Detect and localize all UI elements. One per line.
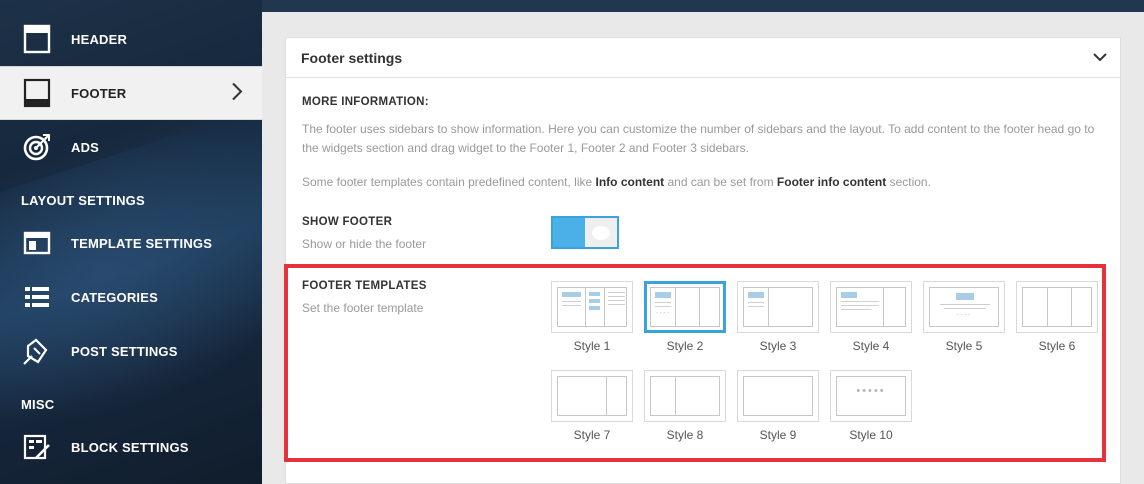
sidebar-item-template-settings[interactable]: TEMPLATE SETTINGS: [0, 216, 262, 270]
sidebar-item-categories[interactable]: CATEGORIES: [0, 270, 262, 324]
sidebar-item-label: TEMPLATE SETTINGS: [71, 235, 213, 251]
top-bar: [262, 0, 1144, 12]
sidebar-item-label: ADS: [71, 139, 100, 155]
chevron-right-icon: [230, 82, 244, 105]
block-edit-icon: [20, 430, 54, 464]
toggle-knob: [585, 218, 617, 247]
header-layout-icon: [20, 22, 54, 56]
text-fragment: Some footer templates contain predefined…: [302, 175, 596, 189]
sidebar-item-label: FOOTER: [71, 85, 127, 101]
sidebar-item-label: BLOCK SETTINGS: [71, 439, 189, 455]
chevron-down-icon[interactable]: [1092, 50, 1108, 66]
panel-header[interactable]: Footer settings: [286, 38, 1120, 78]
more-info-title: MORE INFORMATION:: [302, 96, 429, 108]
sidebar-item-block-settings[interactable]: BLOCK SETTINGS: [0, 420, 262, 474]
sidebar-item-label: CATEGORIES: [71, 289, 158, 305]
sidebar-item-footer[interactable]: FOOTER: [0, 66, 262, 120]
post-edit-icon: [20, 334, 54, 368]
show-footer-toggle[interactable]: [551, 216, 619, 249]
sidebar-item-label: HEADER: [71, 31, 128, 47]
footer-layout-icon: [20, 76, 54, 110]
sidebar-item-label: POST SETTINGS: [71, 343, 178, 359]
info-content-text: Info content: [595, 175, 665, 189]
target-icon: [20, 130, 54, 164]
more-info-text-secondary: Some footer templates contain predefined…: [302, 175, 1102, 189]
footer-templates-highlight: [284, 264, 1106, 462]
text-fragment: and can be set from: [664, 175, 777, 189]
list-icon: [20, 280, 54, 314]
footer-info-content-text: Footer info content: [776, 175, 887, 189]
section-layout-settings: LAYOUT SETTINGS: [21, 193, 145, 208]
text-fragment: section.: [886, 175, 931, 189]
sidebar-item-header[interactable]: HEADER: [0, 12, 262, 66]
more-info-text: The footer uses sidebars to show informa…: [302, 122, 1095, 155]
sidebar: HEADER FOOTER ADS LAYOUT SETTINGS TEMPLA…: [0, 0, 262, 484]
show-footer-description: Show or hide the footer: [302, 237, 427, 251]
toggle-on-fill: [553, 218, 585, 247]
template-window-icon: [20, 226, 54, 260]
sidebar-item-ads[interactable]: ADS: [0, 120, 262, 174]
panel-title: Footer settings: [301, 49, 403, 66]
show-footer-title: SHOW FOOTER: [302, 216, 393, 228]
section-misc: MISC: [21, 397, 55, 412]
sidebar-item-post-settings[interactable]: POST SETTINGS: [0, 324, 262, 378]
